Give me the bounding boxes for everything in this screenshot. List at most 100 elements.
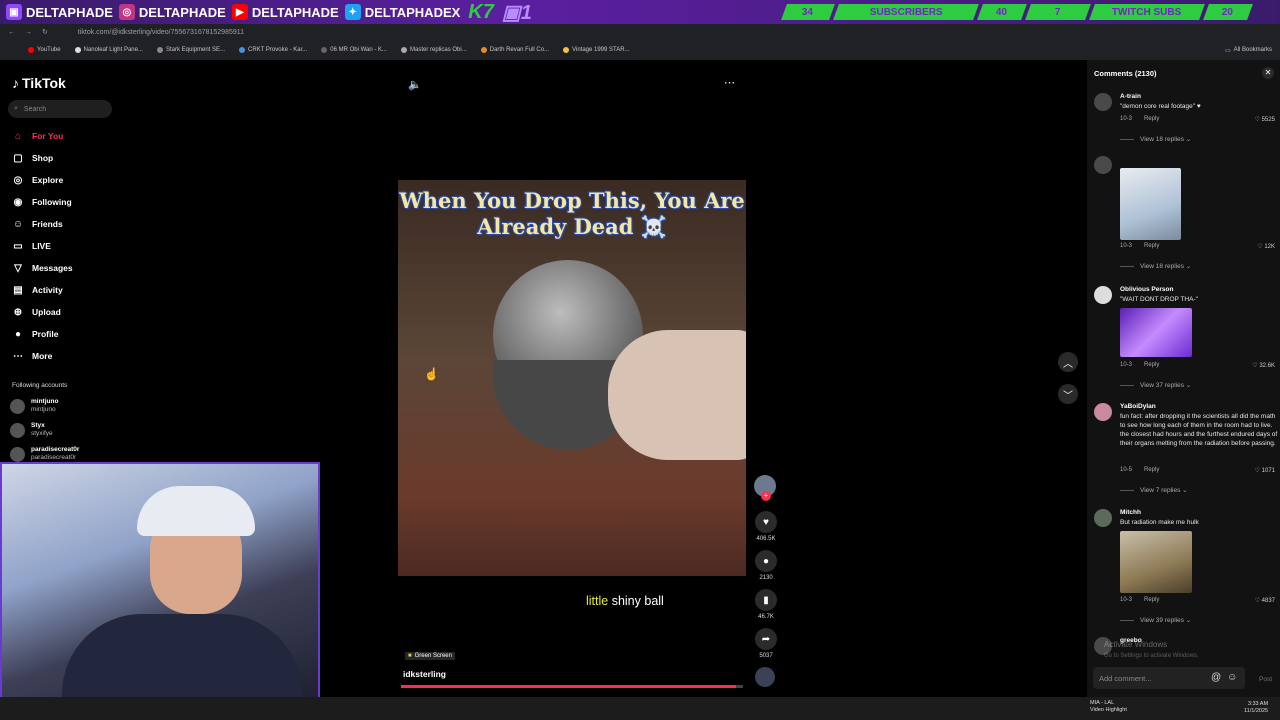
comment-author[interactable]: YaBoiDylan [1120,403,1156,410]
comment-like-count: 5525 [1261,117,1275,123]
comment-image[interactable] [1120,168,1181,240]
instagram-icon: ◎ [118,4,135,20]
bookmark-darth-revan[interactable]: Darth Revan Full Co... [480,47,549,53]
following-account[interactable]: mintjuno mintjuno [10,398,58,414]
subs-goal-box: 40 [977,4,1027,20]
reply-button[interactable]: Reply [1144,467,1159,473]
bookmark-youtube[interactable]: YouTube [28,47,61,53]
reply-button[interactable]: Reply [1144,597,1159,603]
taskbar-clock[interactable]: 3:33 AM 11/1/2025 [1244,701,1268,715]
comment-image[interactable] [1120,531,1192,593]
comment-author[interactable]: A-train [1120,93,1141,100]
avatar[interactable] [1094,286,1112,304]
bookmark-obiwan[interactable]: 06 MR Obi Wan - K... [321,47,387,53]
following-account[interactable]: paradisecreat0r paradisecreat0r [10,446,79,462]
comment-button[interactable]: ● 2130 [755,550,777,581]
view-replies-button[interactable]: View 7 replies ⌄ [1120,486,1188,494]
taskbar-widget[interactable]: MIA - LAL Video Highlight [1090,700,1127,714]
twitch-handle: ▣ DELTAPHADE [6,4,113,20]
save-button[interactable]: ▮ 46.7K [755,589,777,620]
reload-icon[interactable]: ↻ [42,28,48,36]
all-bookmarks-label: All Bookmarks [1233,47,1272,53]
comment-text: "WAIT DONT DROP THA-" [1120,296,1198,303]
music-disc-icon[interactable] [755,667,775,687]
comment-likes[interactable]: ♡ 5525 [1255,116,1275,123]
reply-button[interactable]: Reply [1144,362,1159,368]
effect-tag[interactable]: ■ Green Screen [405,652,455,660]
comment-author[interactable]: Oblivious Person [1120,286,1173,293]
emoji-icon[interactable]: ☺ [1227,672,1237,683]
avatar[interactable] [1094,93,1112,111]
youtube-handle: ▶ DELTAPHADE [231,4,339,20]
twitch-follow-count-value: 1 [520,1,532,24]
close-icon[interactable]: ✕ [1262,67,1274,79]
comment-image[interactable] [1120,308,1192,357]
share-button[interactable]: ➦ 5037 [755,628,777,659]
tiktok-logo-text: TikTok [22,75,66,91]
like-button[interactable]: ♥ 406.5K [755,511,777,542]
follow-plus-icon[interactable]: + [761,491,771,501]
view-replies-button[interactable]: View 18 replies ⌄ [1120,135,1191,143]
twitter-icon: ✦ [344,4,361,20]
video-progress-fill [401,685,737,688]
bookmark-crkt[interactable]: CRKT Provoke - Kar... [239,47,307,53]
friends-icon: ☺ [12,218,24,230]
video-author-username[interactable]: idksterling [403,669,446,679]
url-text[interactable]: tiktok.com/@idksterling/video/7556731678… [78,29,244,36]
nav-for-you[interactable]: ⌂ For You [12,130,63,142]
nav-messages[interactable]: ▽ Messages [12,262,73,274]
nav-label: Activity [32,285,63,295]
nav-upload[interactable]: ⊕ Upload [12,306,61,318]
nav-profile[interactable]: ● Profile [12,328,58,340]
bookmark-master-replicas[interactable]: Master replicas Obi... [401,47,467,53]
back-icon[interactable]: ← [8,29,15,36]
comment-likes[interactable]: ♡ 4837 [1255,597,1275,604]
search-input[interactable]: ⌕ Search [8,100,112,118]
comment-likes[interactable]: ♡ 12K [1257,243,1275,250]
bookmark-nanoleaf[interactable]: Nanoleaf Light Pane... [74,47,143,53]
forward-icon[interactable]: → [25,29,32,36]
account-name: paradisecreat0r [31,446,80,453]
nav-following[interactable]: ◉ Following [12,196,72,208]
bookmark-label: Nanoleaf Light Pane... [83,47,143,53]
avatar [10,398,25,414]
browser-address-bar[interactable]: ← → ↻ tiktok.com/@idksterling/video/7556… [0,24,1280,40]
following-accounts-title: Following accounts [12,382,68,389]
mention-icon[interactable]: @ [1211,672,1221,683]
nav-activity[interactable]: ▤ Activity [12,284,63,296]
nav-more[interactable]: ⋯ More [12,350,52,362]
all-bookmarks[interactable]: ▭ All Bookmarks [1225,47,1272,54]
post-button[interactable]: Post [1259,676,1272,683]
view-replies-button[interactable]: View 37 replies ⌄ [1120,381,1191,389]
comment-likes[interactable]: ♡ 32.6K [1252,362,1275,369]
next-video-button[interactable]: ﹀ [1058,384,1078,404]
view-replies-button[interactable]: View 39 replies ⌄ [1120,616,1191,624]
more-options-icon[interactable]: ⋯ [724,76,735,89]
avatar[interactable] [1094,403,1112,421]
tiktok-logo[interactable]: ♪ TikTok [12,75,66,91]
comment-item: Oblivious Person "WAIT DONT DROP THA-" 1… [1094,286,1277,396]
avatar[interactable] [1094,156,1112,174]
nav-friends[interactable]: ☺ Friends [12,218,63,230]
comment-date: 10-3 [1120,362,1133,368]
shop-icon: ▢ [13,152,23,164]
video-player[interactable]: When You Drop This, You Are Already Dead… [398,180,746,576]
bookmark-label: CRKT Provoke - Kar... [248,47,308,53]
nav-shop[interactable]: ▢ Shop [12,152,53,164]
reply-button[interactable]: Reply [1144,116,1159,122]
previous-video-button[interactable]: ︿ [1058,352,1078,372]
nav-live[interactable]: ▭ LIVE [12,240,51,252]
subs-current: 34 [802,6,814,18]
following-account[interactable]: Styx styxifye [10,422,53,438]
nav-explore[interactable]: ◎ Explore [12,174,64,186]
darth-revan-bookmark-icon [480,47,487,53]
comment-likes[interactable]: ♡ 1071 [1255,467,1275,474]
view-replies-button[interactable]: View 18 replies ⌄ [1120,262,1191,270]
volume-icon[interactable]: 🔈 [408,78,422,91]
bookmark-vintage[interactable]: Vintage 1999 STAR... [563,47,630,53]
video-progress-bar[interactable] [401,685,743,688]
bookmark-stark[interactable]: Stark Equipment SE... [156,47,225,53]
reply-button[interactable]: Reply [1144,243,1159,249]
avatar[interactable] [1094,509,1112,527]
comment-author[interactable]: Mitchh [1120,509,1141,516]
